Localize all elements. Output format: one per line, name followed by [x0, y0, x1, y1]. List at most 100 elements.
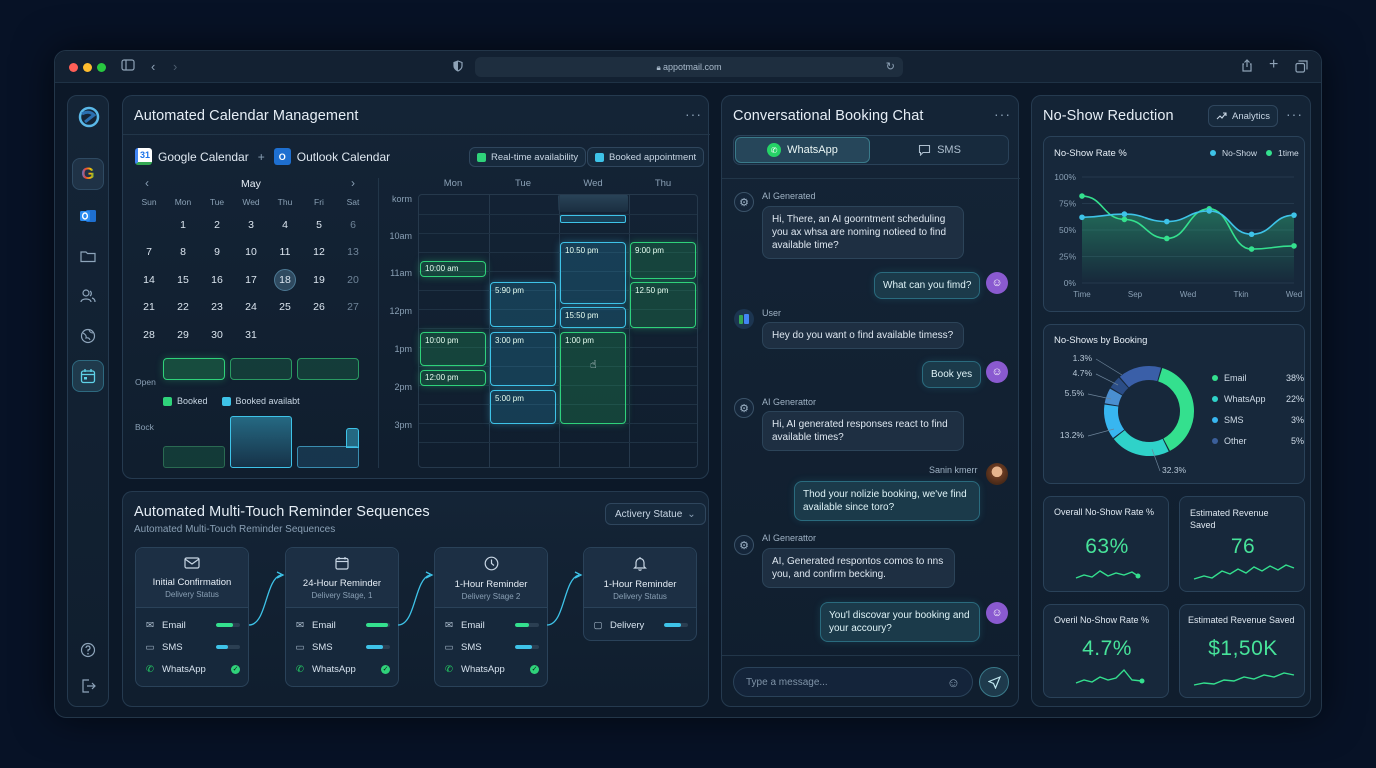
calendar-day[interactable]: 19	[302, 274, 336, 286]
shield-icon[interactable]	[453, 60, 463, 75]
calendar-day[interactable]: 1	[166, 219, 200, 231]
sidebar-folder[interactable]	[72, 240, 104, 272]
step-title: 24-Hour Reminder	[302, 578, 382, 589]
reminder-step-card[interactable]: Initial Confirmation Delivery Status ✉︎ Ema…	[135, 547, 249, 687]
sidebar-outlook[interactable]	[72, 200, 104, 232]
event-block[interactable]	[560, 215, 626, 223]
sidebar-users[interactable]	[72, 280, 104, 312]
calendar-day[interactable]: 27	[336, 301, 370, 313]
calendar-day[interactable]: 18	[268, 268, 302, 291]
calendar-day[interactable]: 10	[234, 246, 268, 258]
event-block[interactable]: 3:00 pm	[490, 332, 556, 386]
event-block[interactable]: 5:90 pm	[490, 282, 556, 327]
event-time: 10.50 pm	[565, 246, 599, 255]
minimize-window-button[interactable]	[83, 63, 92, 72]
maximize-window-button[interactable]	[97, 63, 106, 72]
stat-title: Overil No-Show Rate %	[1054, 615, 1150, 625]
calendar-day[interactable]: 29	[166, 329, 200, 341]
forward-icon[interactable]: ›	[173, 59, 177, 74]
chip-booked-appointment[interactable]: Booked appointment	[587, 147, 705, 167]
tab-whatsapp[interactable]: ✆ WhatsApp	[735, 137, 870, 163]
tab-sms[interactable]: SMS	[872, 137, 1007, 163]
app-logo	[78, 106, 100, 128]
sidebar-calendar[interactable]	[72, 360, 104, 392]
emoji-icon[interactable]: ☺︎	[947, 675, 960, 690]
calendar-day[interactable]: 4	[268, 219, 302, 231]
calendar-day[interactable]: 25	[268, 301, 302, 313]
reload-icon[interactable]: ↻	[886, 57, 895, 77]
reminder-step-card[interactable]: 24-Hour Reminder Delivery Stage, 1 ✉︎ Email…	[285, 547, 399, 687]
reminder-step-card[interactable]: 1-Hour Reminder Delivery Status ▢ Delivery	[583, 547, 697, 641]
calendar-day[interactable]: 24	[234, 301, 268, 313]
event-block[interactable]: 1:00 pm	[560, 332, 626, 424]
calendar-day[interactable]: 28	[132, 329, 166, 341]
legend-dot	[1212, 374, 1218, 381]
noshow-line-chart: 100% 75% 50% 25% 0% Time Sep Wed Tkin Wed	[1054, 172, 1302, 299]
calendar-day[interactable]: 12	[302, 246, 336, 258]
calendar-more-icon[interactable]: ···	[685, 106, 702, 122]
message-bubble: What can you fimd?	[874, 272, 981, 299]
chat-more-icon[interactable]: ···	[994, 106, 1011, 122]
prev-month-icon[interactable]: ‹	[145, 176, 149, 190]
calendar-day[interactable]: 23	[200, 301, 234, 313]
donut-legend: Email 38% WhatsApp 22% SMS 3% Other 5%	[1212, 367, 1304, 451]
calendar-day[interactable]: 17	[234, 274, 268, 286]
open-slot-bar[interactable]	[297, 358, 359, 380]
calendar-day[interactable]: 16	[200, 274, 234, 286]
calendar-day[interactable]: 22	[166, 301, 200, 313]
sidebar-help[interactable]	[72, 634, 104, 666]
chip-realtime-availability[interactable]: Real-time availability	[469, 147, 587, 167]
calendar-day[interactable]: 30	[200, 329, 234, 341]
event-block[interactable]: 5:00 pm	[490, 390, 556, 424]
next-month-icon[interactable]: ›	[351, 176, 355, 190]
calendar-day[interactable]: 15	[166, 274, 200, 286]
event-block[interactable]: 15:50 pm	[560, 307, 626, 328]
calendar-day[interactable]: 21	[132, 301, 166, 313]
legend-value: 38%	[1285, 372, 1304, 383]
message-bubble: AI, Generated respontos comos to nns you…	[762, 548, 955, 588]
calendar-day[interactable]: 13	[336, 246, 370, 258]
calendar-day[interactable]: 14	[132, 274, 166, 286]
sidebar-google-calendar[interactable]: G	[72, 158, 104, 190]
activity-status-dropdown[interactable]: Activery Statue ⌄	[605, 503, 706, 525]
event-block[interactable]: 9:00 pm	[630, 242, 696, 279]
event-block[interactable]: 10:00 pm	[420, 332, 486, 366]
calendar-day[interactable]: 31	[234, 329, 268, 341]
contact-avatar	[986, 463, 1008, 485]
calendar-day[interactable]: 2	[200, 219, 234, 231]
back-icon[interactable]: ‹	[151, 59, 155, 74]
grid-row-line	[419, 328, 697, 329]
analytics-button[interactable]: Analytics	[1208, 105, 1279, 127]
address-bar[interactable]: 🔒︎ appotmail.com ↻	[475, 57, 903, 77]
calendar-day[interactable]: 9	[200, 246, 234, 258]
event-block[interactable]: 10:00 am	[420, 261, 486, 277]
calendar-day[interactable]: 3	[234, 219, 268, 231]
calendar-day[interactable]: 11	[268, 246, 302, 258]
calendar-day[interactable]: 26	[302, 301, 336, 313]
close-window-button[interactable]	[69, 63, 78, 72]
calendar-day[interactable]: 7	[132, 246, 166, 258]
progress-fill	[216, 645, 228, 649]
event-block[interactable]: 10.50 pm	[560, 242, 626, 304]
calendar-day[interactable]: 8	[166, 246, 200, 258]
sidebar-logout[interactable]	[72, 670, 104, 702]
open-slot-bar[interactable]	[230, 358, 292, 380]
new-tab-icon[interactable]: +	[1269, 56, 1278, 74]
y-tick-label: 0%	[1064, 278, 1077, 288]
event-block[interactable]: 12:00 pm	[420, 370, 486, 386]
send-button[interactable]	[979, 667, 1009, 697]
calendar-day[interactable]: 5	[302, 219, 336, 231]
message-input[interactable]: Type a message... ☺︎	[733, 667, 973, 697]
event-block[interactable]: 12.50 pm	[630, 282, 696, 328]
reminder-step-card[interactable]: 1-Hour Reminder Delivery Stage 2 ✉︎ Email ▭ S…	[434, 547, 548, 687]
calendar-day[interactable]: 6	[336, 219, 370, 231]
tabs-overview-icon[interactable]	[1295, 60, 1308, 76]
sidebar-globe[interactable]	[72, 320, 104, 352]
grid-row-line	[419, 442, 697, 443]
noshow-more-icon[interactable]: ···	[1286, 106, 1303, 122]
donut-legend-item: SMS 3%	[1212, 409, 1304, 430]
share-icon[interactable]	[1241, 59, 1253, 75]
calendar-day[interactable]: 20	[336, 274, 370, 286]
sidebar-toggle-icon[interactable]	[121, 59, 135, 74]
open-slot-bar[interactable]	[163, 358, 225, 380]
